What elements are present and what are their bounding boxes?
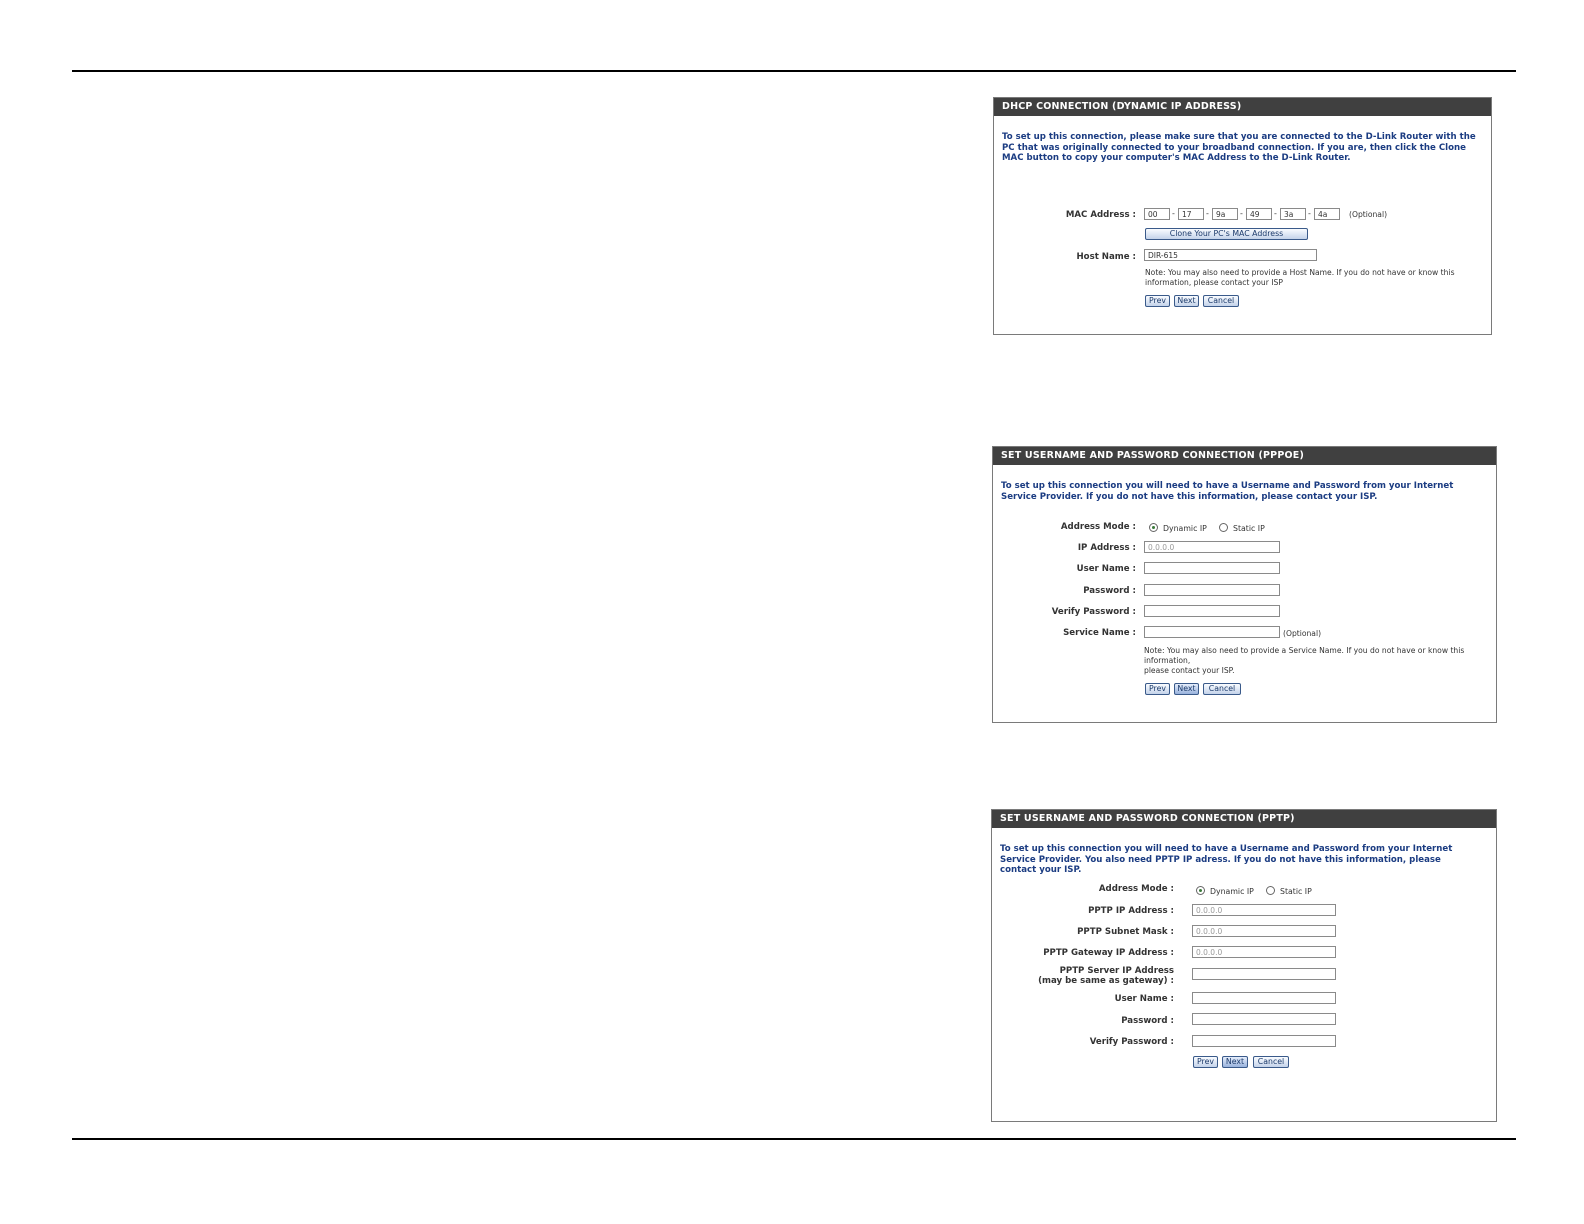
mac-separator: -	[1206, 209, 1209, 218]
mac-address-label: MAC Address :	[1065, 210, 1136, 220]
mac-optional-label: (Optional)	[1349, 210, 1388, 219]
pptp-subnet-mask-input[interactable]: 0.0.0.0	[1192, 925, 1336, 937]
pptp-subnet-mask-label: PPTP Subnet Mask :	[1077, 927, 1174, 937]
mac-octet-4-input[interactable]: 49	[1246, 208, 1272, 220]
pptp-cancel-button[interactable]: Cancel	[1253, 1056, 1289, 1068]
pppoe-dynamic-ip-label: Dynamic IP	[1163, 524, 1207, 533]
pppoe-cancel-button[interactable]: Cancel	[1203, 683, 1241, 695]
pptp-static-ip-label: Static IP	[1280, 887, 1312, 896]
pppoe-panel: SET USERNAME AND PASSWORD CONNECTION (PP…	[992, 446, 1497, 723]
mac-octet-2-input[interactable]: 17	[1178, 208, 1204, 220]
pppoe-ip-address-label: IP Address :	[1077, 543, 1136, 553]
pptp-ip-address-input[interactable]: 0.0.0.0	[1192, 904, 1336, 916]
dhcp-intro: To set up this connection, please make s…	[1002, 132, 1476, 163]
pptp-panel-title: SET USERNAME AND PASSWORD CONNECTION (PP…	[992, 810, 1496, 828]
pptp-gateway-ip-label: PPTP Gateway IP Address :	[1043, 948, 1174, 958]
pptp-user-name-label: User Name :	[1114, 994, 1174, 1004]
pptp-intro: To set up this connection you will need …	[1000, 844, 1453, 875]
pppoe-user-name-input[interactable]	[1144, 562, 1280, 574]
pppoe-note-line-1: Note: You may also need to provide a Ser…	[1144, 646, 1465, 655]
pppoe-static-ip-label: Static IP	[1233, 524, 1265, 533]
pppoe-verify-password-input[interactable]	[1144, 605, 1280, 617]
dhcp-prev-button[interactable]: Prev	[1145, 295, 1170, 307]
mac-separator: -	[1240, 209, 1243, 218]
pptp-address-mode-label: Address Mode :	[1098, 884, 1174, 894]
pptp-server-ip-label-line-1: PPTP Server IP Address	[1059, 966, 1174, 976]
pppoe-password-input[interactable]	[1144, 584, 1280, 596]
pppoe-service-name-label: Service Name :	[1063, 628, 1136, 638]
clone-mac-button[interactable]: Clone Your PC's MAC Address	[1145, 228, 1308, 240]
pptp-verify-password-label: Verify Password :	[1089, 1037, 1174, 1047]
host-name-label: Host Name :	[1076, 252, 1136, 262]
pppoe-verify-password-label: Verify Password :	[1051, 607, 1136, 617]
mac-separator: -	[1172, 209, 1175, 218]
bottom-rule	[72, 1138, 1516, 1140]
pptp-ip-address-label: PPTP IP Address :	[1088, 906, 1174, 916]
pptp-panel: SET USERNAME AND PASSWORD CONNECTION (PP…	[991, 809, 1497, 1122]
pptp-verify-password-input[interactable]	[1192, 1035, 1336, 1047]
pppoe-prev-button[interactable]: Prev	[1145, 683, 1170, 695]
pppoe-static-ip-radio[interactable]	[1219, 523, 1228, 532]
mac-separator: -	[1274, 209, 1277, 218]
pppoe-dynamic-ip-radio[interactable]	[1149, 523, 1158, 532]
pptp-gateway-ip-input[interactable]: 0.0.0.0	[1192, 946, 1336, 958]
pppoe-user-name-label: User Name :	[1076, 564, 1136, 574]
mac-octet-5-input[interactable]: 3a	[1280, 208, 1306, 220]
pppoe-note-line-3: please contact your ISP.	[1144, 666, 1235, 675]
pptp-password-label: Password :	[1121, 1016, 1174, 1026]
pptp-dynamic-ip-label: Dynamic IP	[1210, 887, 1254, 896]
pppoe-address-mode-label: Address Mode :	[1060, 522, 1136, 532]
dhcp-panel-title: DHCP CONNECTION (DYNAMIC IP ADDRESS)	[994, 98, 1491, 116]
pptp-dynamic-ip-radio[interactable]	[1196, 886, 1205, 895]
dhcp-next-button[interactable]: Next	[1174, 295, 1199, 307]
pppoe-ip-address-input[interactable]: 0.0.0.0	[1144, 541, 1280, 553]
pppoe-service-name-input[interactable]	[1144, 626, 1280, 638]
pppoe-password-label: Password :	[1083, 586, 1136, 596]
pppoe-panel-title: SET USERNAME AND PASSWORD CONNECTION (PP…	[993, 447, 1496, 465]
mac-separator: -	[1308, 209, 1311, 218]
pptp-static-ip-radio[interactable]	[1266, 886, 1275, 895]
pptp-next-button[interactable]: Next	[1222, 1056, 1248, 1068]
top-rule	[72, 70, 1516, 72]
mac-octet-3-input[interactable]: 9a	[1212, 208, 1238, 220]
pppoe-service-optional-label: (Optional)	[1283, 629, 1322, 638]
pptp-user-name-input[interactable]	[1192, 992, 1336, 1004]
pptp-server-ip-input[interactable]	[1192, 968, 1336, 980]
pptp-prev-button[interactable]: Prev	[1193, 1056, 1218, 1068]
dhcp-cancel-button[interactable]: Cancel	[1203, 295, 1239, 307]
pptp-server-ip-label-line-2: (may be same as gateway) :	[1038, 976, 1174, 986]
pppoe-next-button[interactable]: Next	[1174, 683, 1199, 695]
mac-octet-6-input[interactable]: 4a	[1314, 208, 1340, 220]
dhcp-note: Note: You may also need to provide a Hos…	[1145, 268, 1455, 287]
host-name-input[interactable]: DIR-615	[1144, 249, 1317, 261]
pptp-password-input[interactable]	[1192, 1013, 1336, 1025]
pppoe-note-line-2: information,	[1144, 656, 1191, 665]
mac-octet-1-input[interactable]: 00	[1144, 208, 1170, 220]
pppoe-intro: To set up this connection you will need …	[1001, 481, 1454, 502]
dhcp-panel: DHCP CONNECTION (DYNAMIC IP ADDRESS) To …	[993, 97, 1492, 335]
